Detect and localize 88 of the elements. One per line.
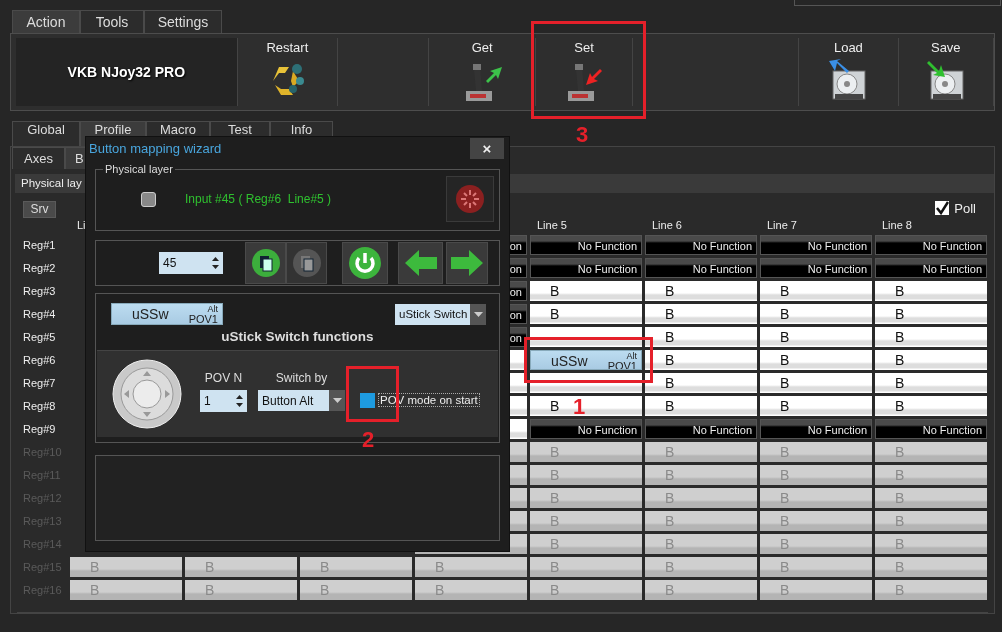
function-title: uStick Switch functions — [220, 328, 375, 346]
column-header: Line 7 — [767, 219, 797, 231]
mapping-cell[interactable]: No Function — [530, 419, 642, 439]
row-label: Reg#5 — [22, 330, 57, 345]
mapping-cell[interactable]: B — [645, 304, 757, 324]
input-info: Input #45 ( Reg#6 Line#5 ) — [185, 192, 332, 206]
column-header: Line 8 — [882, 219, 912, 231]
toolbar-button[interactable]: Set — [558, 38, 610, 106]
spinner-icon — [455, 184, 485, 214]
function-badge: uSSw Alt POV1 — [111, 303, 223, 325]
mapping-cell[interactable]: No Function — [760, 258, 872, 278]
column-header: Line 5 — [537, 219, 567, 231]
row-label: Reg#9 — [22, 422, 57, 437]
toolbar-button[interactable]: Restart — [262, 38, 313, 106]
mapping-cell[interactable]: No Function — [760, 235, 872, 255]
poll-checkbox[interactable]: Poll — [935, 200, 976, 216]
mapping-cell[interactable]: B — [875, 304, 987, 324]
mapping-cell[interactable]: No Function — [645, 235, 757, 255]
mapping-cell[interactable]: B — [645, 396, 757, 416]
row-label: Reg#7 — [22, 376, 57, 391]
switch-dropdown[interactable]: Button Alt — [258, 390, 345, 411]
mapping-cell[interactable]: B — [760, 327, 872, 347]
row-label: Reg#4 — [22, 307, 57, 322]
mapping-cell[interactable]: B — [645, 373, 757, 393]
column-header: Line 6 — [652, 219, 682, 231]
mapping-cell[interactable]: No Function — [645, 419, 757, 439]
tab[interactable]: Global — [12, 121, 80, 146]
checkmark-icon — [935, 201, 950, 216]
tool-button[interactable] — [245, 242, 286, 284]
clipboard-icon — [250, 248, 281, 278]
clipboard-icon — [291, 248, 322, 278]
tab[interactable]: Axes — [12, 147, 65, 169]
mapping-cell[interactable]: B — [760, 304, 872, 324]
mapping-cell[interactable]: B — [645, 327, 757, 347]
srv-button[interactable]: Srv — [23, 200, 56, 218]
field-label: Switch by — [275, 371, 328, 385]
mapping-cell[interactable]: B — [875, 350, 987, 370]
mapping-cell[interactable]: No Function — [875, 235, 987, 255]
field-label: POV N — [204, 370, 243, 385]
right-arrow-icon — [449, 248, 485, 278]
annotation-number: 1 — [573, 396, 586, 418]
record-button[interactable] — [446, 176, 494, 222]
tool-button[interactable] — [342, 242, 388, 284]
mapping-cell[interactable] — [530, 373, 642, 393]
direction-pad-icon — [112, 359, 182, 429]
tab[interactable]: Tools — [80, 10, 144, 33]
column-header: Li — [77, 219, 86, 231]
group-legend: Physical layer — [103, 163, 175, 175]
row-label: Reg#6 — [22, 353, 57, 368]
toolbar-button[interactable]: Load — [823, 38, 874, 106]
layer-label: Physical lay — [20, 177, 82, 190]
mapping-cell[interactable]: B — [530, 281, 642, 301]
mapping-cell[interactable]: B — [645, 350, 757, 370]
mapping-cell[interactable]: B — [875, 281, 987, 301]
mapping-cell[interactable]: B — [875, 373, 987, 393]
mapping-cell[interactable]: No Function — [530, 258, 642, 278]
annotation-number: 3 — [576, 124, 589, 146]
close-button[interactable]: × — [470, 137, 504, 159]
mapping-cell[interactable]: No Function — [875, 258, 987, 278]
spin-arrows-icon — [212, 257, 219, 269]
toolbar-button[interactable]: Get — [456, 38, 509, 106]
mapping-cell[interactable]: B — [760, 350, 872, 370]
number-field[interactable]: 45 — [159, 252, 223, 274]
mapping-cell[interactable]: B — [530, 304, 642, 324]
tab[interactable]: Settings — [144, 10, 222, 33]
number-field[interactable]: 1 — [200, 389, 247, 412]
mapping-cell[interactable]: B — [645, 281, 757, 301]
tab[interactable]: Action — [12, 10, 80, 33]
spin-arrows-icon — [236, 394, 243, 407]
function-dropdown[interactable]: uStick Switch — [395, 303, 486, 325]
caret-icon — [332, 398, 342, 403]
mapping-cell[interactable]: No Function — [875, 419, 987, 439]
row-label: Reg#3 — [22, 284, 57, 299]
mapping-cell[interactable]: No Function — [760, 419, 872, 439]
mapping-cell[interactable]: B — [875, 327, 987, 347]
row-label: Reg#2 — [22, 261, 57, 276]
row-label: Reg#1 — [22, 238, 57, 253]
mapping-cell[interactable]: B — [760, 281, 872, 301]
toolbar-button[interactable]: Save — [920, 38, 971, 106]
mapping-cell[interactable]: B — [760, 373, 872, 393]
device-name: VKB NJoy32 PRO — [16, 38, 237, 106]
mapping-cell[interactable]: No Function — [645, 258, 757, 278]
mapping-cell[interactable]: B — [760, 396, 872, 416]
annotation-number: 2 — [362, 429, 375, 451]
mapping-cell[interactable]: B — [875, 396, 987, 416]
row-label: Reg#8 — [22, 399, 57, 414]
caret-icon — [473, 311, 483, 317]
mapping-cell[interactable]: No Function — [530, 235, 642, 255]
